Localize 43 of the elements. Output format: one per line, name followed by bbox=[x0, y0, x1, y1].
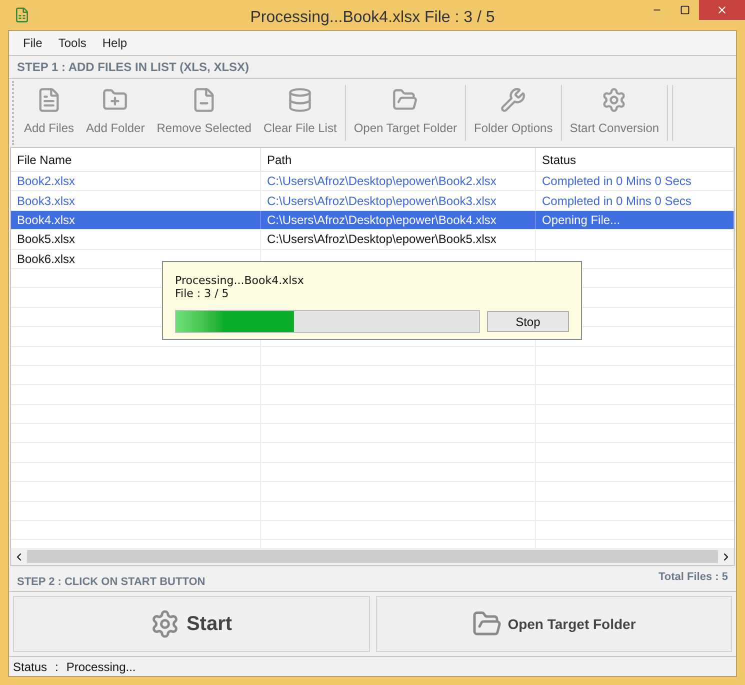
table-cell-text: C:\Users\Afroz\Desktop\epower\Book4.xlsx bbox=[267, 212, 496, 229]
folder-plus-icon bbox=[102, 87, 128, 113]
stop-button[interactable]: Stop bbox=[486, 311, 569, 332]
table-cell-text: C:\Users\Afroz\Desktop\epower\Book2.xlsx bbox=[267, 173, 496, 190]
table-row[interactable]: Book2.xlsx C:\Users\Afroz\Desktop\epower\Book2.xlsx Completed in 0 Mins 0 Secs bbox=[11, 172, 734, 192]
wrench-icon bbox=[500, 87, 526, 113]
table-cell-text: Book6.xlsx bbox=[17, 250, 76, 268]
menu-item[interactable]: Help bbox=[96, 34, 134, 52]
step-heading: STEP 1 : ADD FILES IN LIST (XLS, XLSX) bbox=[17, 59, 250, 76]
database-icon bbox=[287, 87, 314, 113]
column-header[interactable]: Status bbox=[536, 148, 734, 171]
table-cell-text: C:\Users\Afroz\Desktop\epower\Book5.xlsx bbox=[267, 231, 496, 248]
menu-item[interactable]: Tools bbox=[52, 34, 92, 52]
action-button[interactable]: Open Target Folder bbox=[376, 596, 732, 652]
column-header[interactable]: File Name bbox=[11, 148, 261, 171]
gear-icon bbox=[601, 87, 628, 113]
maximize-icon bbox=[680, 5, 690, 15]
action-button[interactable]: Start bbox=[13, 596, 370, 652]
status-value: Processing... bbox=[66, 658, 136, 676]
app-icon bbox=[14, 7, 30, 23]
table-row[interactable]: Book4.xlsx C:\Users\Afroz\Desktop\epower\Book4.xlsx Opening File... bbox=[11, 210, 734, 230]
gear-icon bbox=[150, 609, 180, 639]
table-row[interactable]: Book5.xlsx C:\Users\Afroz\Desktop\epower\Book5.xlsx bbox=[11, 230, 734, 250]
status-separator: : bbox=[55, 658, 58, 676]
status-label: Status bbox=[13, 658, 48, 676]
table-cell-text: Completed in 0 Mins 0 Secs bbox=[542, 192, 692, 210]
close-icon bbox=[716, 4, 728, 16]
table-cell-text: C:\Users\Afroz\Desktop\epower\Book3.xlsx bbox=[267, 192, 496, 210]
column-header[interactable]: Path bbox=[261, 148, 536, 171]
table-cell-text: Book5.xlsx bbox=[17, 231, 76, 248]
step-heading: STEP 2 : CLICK ON START BUTTON bbox=[17, 575, 206, 590]
table-cell-text: Book2.xlsx bbox=[17, 173, 76, 190]
dialog-message: File : 3 / 5 bbox=[175, 287, 230, 300]
menu-item[interactable]: File bbox=[17, 34, 48, 52]
table-cell-text: Book4.xlsx bbox=[17, 212, 76, 229]
total-files-label: Total Files : 5 bbox=[658, 570, 728, 585]
table-cell-text: Completed in 0 Mins 0 Secs bbox=[542, 173, 692, 190]
scrollbar-thumb[interactable] bbox=[27, 550, 718, 563]
window-title: Processing...Book4.xlsx File : 3 / 5 bbox=[250, 8, 495, 28]
close-button[interactable] bbox=[699, 0, 745, 20]
table-cell-text: Book3.xlsx bbox=[17, 192, 76, 210]
dialog-message: Processing...Book4.xlsx bbox=[175, 274, 305, 287]
table-cell-text: Opening File... bbox=[542, 212, 620, 229]
